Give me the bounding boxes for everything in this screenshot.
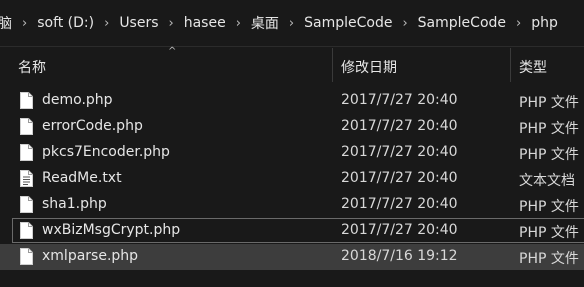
breadcrumb-item-hasee[interactable]: hasee (184, 15, 226, 31)
file-row[interactable]: pkcs7Encoder.php 2017/7/27 20:40 PHP 文件 (0, 140, 584, 166)
chevron-right-icon[interactable]: › (22, 16, 27, 31)
text-file-icon (20, 170, 33, 187)
file-list: demo.php 2017/7/27 20:40 PHP 文件 errorCod… (0, 88, 584, 270)
php-file-icon (20, 248, 33, 265)
file-type: 文本文档 (519, 173, 575, 189)
breadcrumb-item-php[interactable]: php (531, 15, 558, 31)
sort-ascending-icon: ^ (168, 46, 177, 57)
file-name: ReadMe.txt (42, 170, 122, 186)
file-row[interactable]: wxBizMsgCrypt.php 2017/7/27 20:40 PHP 文件 (0, 218, 584, 244)
chevron-right-icon[interactable]: › (169, 16, 174, 31)
php-file-icon (20, 144, 33, 161)
file-type: PHP 文件 (519, 121, 579, 137)
file-type: PHP 文件 (519, 251, 579, 267)
file-type: PHP 文件 (519, 199, 579, 215)
file-row-selected[interactable]: xmlparse.php 2018/7/16 19:12 PHP 文件 (0, 244, 584, 270)
file-date: 2017/7/27 20:40 (341, 222, 458, 238)
file-row[interactable]: errorCode.php 2017/7/27 20:40 PHP 文件 (0, 114, 584, 140)
breadcrumb-item-this-pc[interactable]: 脑 (0, 13, 12, 33)
file-name: xmlparse.php (42, 248, 139, 264)
breadcrumb-item-users[interactable]: Users (119, 15, 158, 31)
chevron-right-icon[interactable]: › (104, 16, 109, 31)
file-date: 2017/7/27 20:40 (341, 144, 458, 160)
file-type: PHP 文件 (519, 147, 579, 163)
file-date: 2017/7/27 20:40 (341, 118, 458, 134)
file-type: PHP 文件 (519, 225, 579, 241)
column-header-row: ^ 名称 修改日期 类型 (0, 46, 584, 84)
file-type: PHP 文件 (519, 95, 579, 111)
file-row[interactable]: demo.php 2017/7/27 20:40 PHP 文件 (0, 88, 584, 114)
php-file-icon (20, 118, 33, 135)
php-file-icon (20, 222, 33, 239)
breadcrumb-item-desktop[interactable]: 桌面 (251, 13, 279, 33)
chevron-right-icon[interactable]: › (289, 16, 294, 31)
file-name: pkcs7Encoder.php (42, 144, 170, 160)
breadcrumb: 脑 › soft (D:) › Users › hasee › 桌面 › Sam… (0, 0, 584, 47)
column-header-name[interactable]: 名称 (18, 57, 46, 77)
file-date: 2017/7/27 20:40 (341, 170, 458, 186)
column-divider[interactable] (510, 48, 511, 82)
breadcrumb-item-samplecode[interactable]: SampleCode (304, 15, 392, 31)
chevron-right-icon[interactable]: › (236, 16, 241, 31)
chevron-right-icon[interactable]: › (402, 16, 407, 31)
file-date: 2018/7/16 19:12 (341, 248, 458, 264)
breadcrumb-item-samplecode-2[interactable]: SampleCode (418, 15, 506, 31)
file-date: 2017/7/27 20:40 (341, 196, 458, 212)
file-row[interactable]: sha1.php 2017/7/27 20:40 PHP 文件 (0, 192, 584, 218)
column-divider[interactable] (332, 48, 333, 82)
file-row[interactable]: ReadMe.txt 2017/7/27 20:40 文本文档 (0, 166, 584, 192)
column-header-type[interactable]: 类型 (519, 57, 547, 77)
column-header-date-modified[interactable]: 修改日期 (341, 57, 397, 77)
file-name: demo.php (42, 92, 113, 108)
file-name: sha1.php (42, 196, 107, 212)
file-name: errorCode.php (42, 118, 143, 134)
file-date: 2017/7/27 20:40 (341, 92, 458, 108)
php-file-icon (20, 196, 33, 213)
chevron-right-icon[interactable]: › (516, 16, 521, 31)
php-file-icon (20, 92, 33, 109)
breadcrumb-item-drive[interactable]: soft (D:) (37, 15, 94, 31)
file-name: wxBizMsgCrypt.php (42, 222, 181, 238)
